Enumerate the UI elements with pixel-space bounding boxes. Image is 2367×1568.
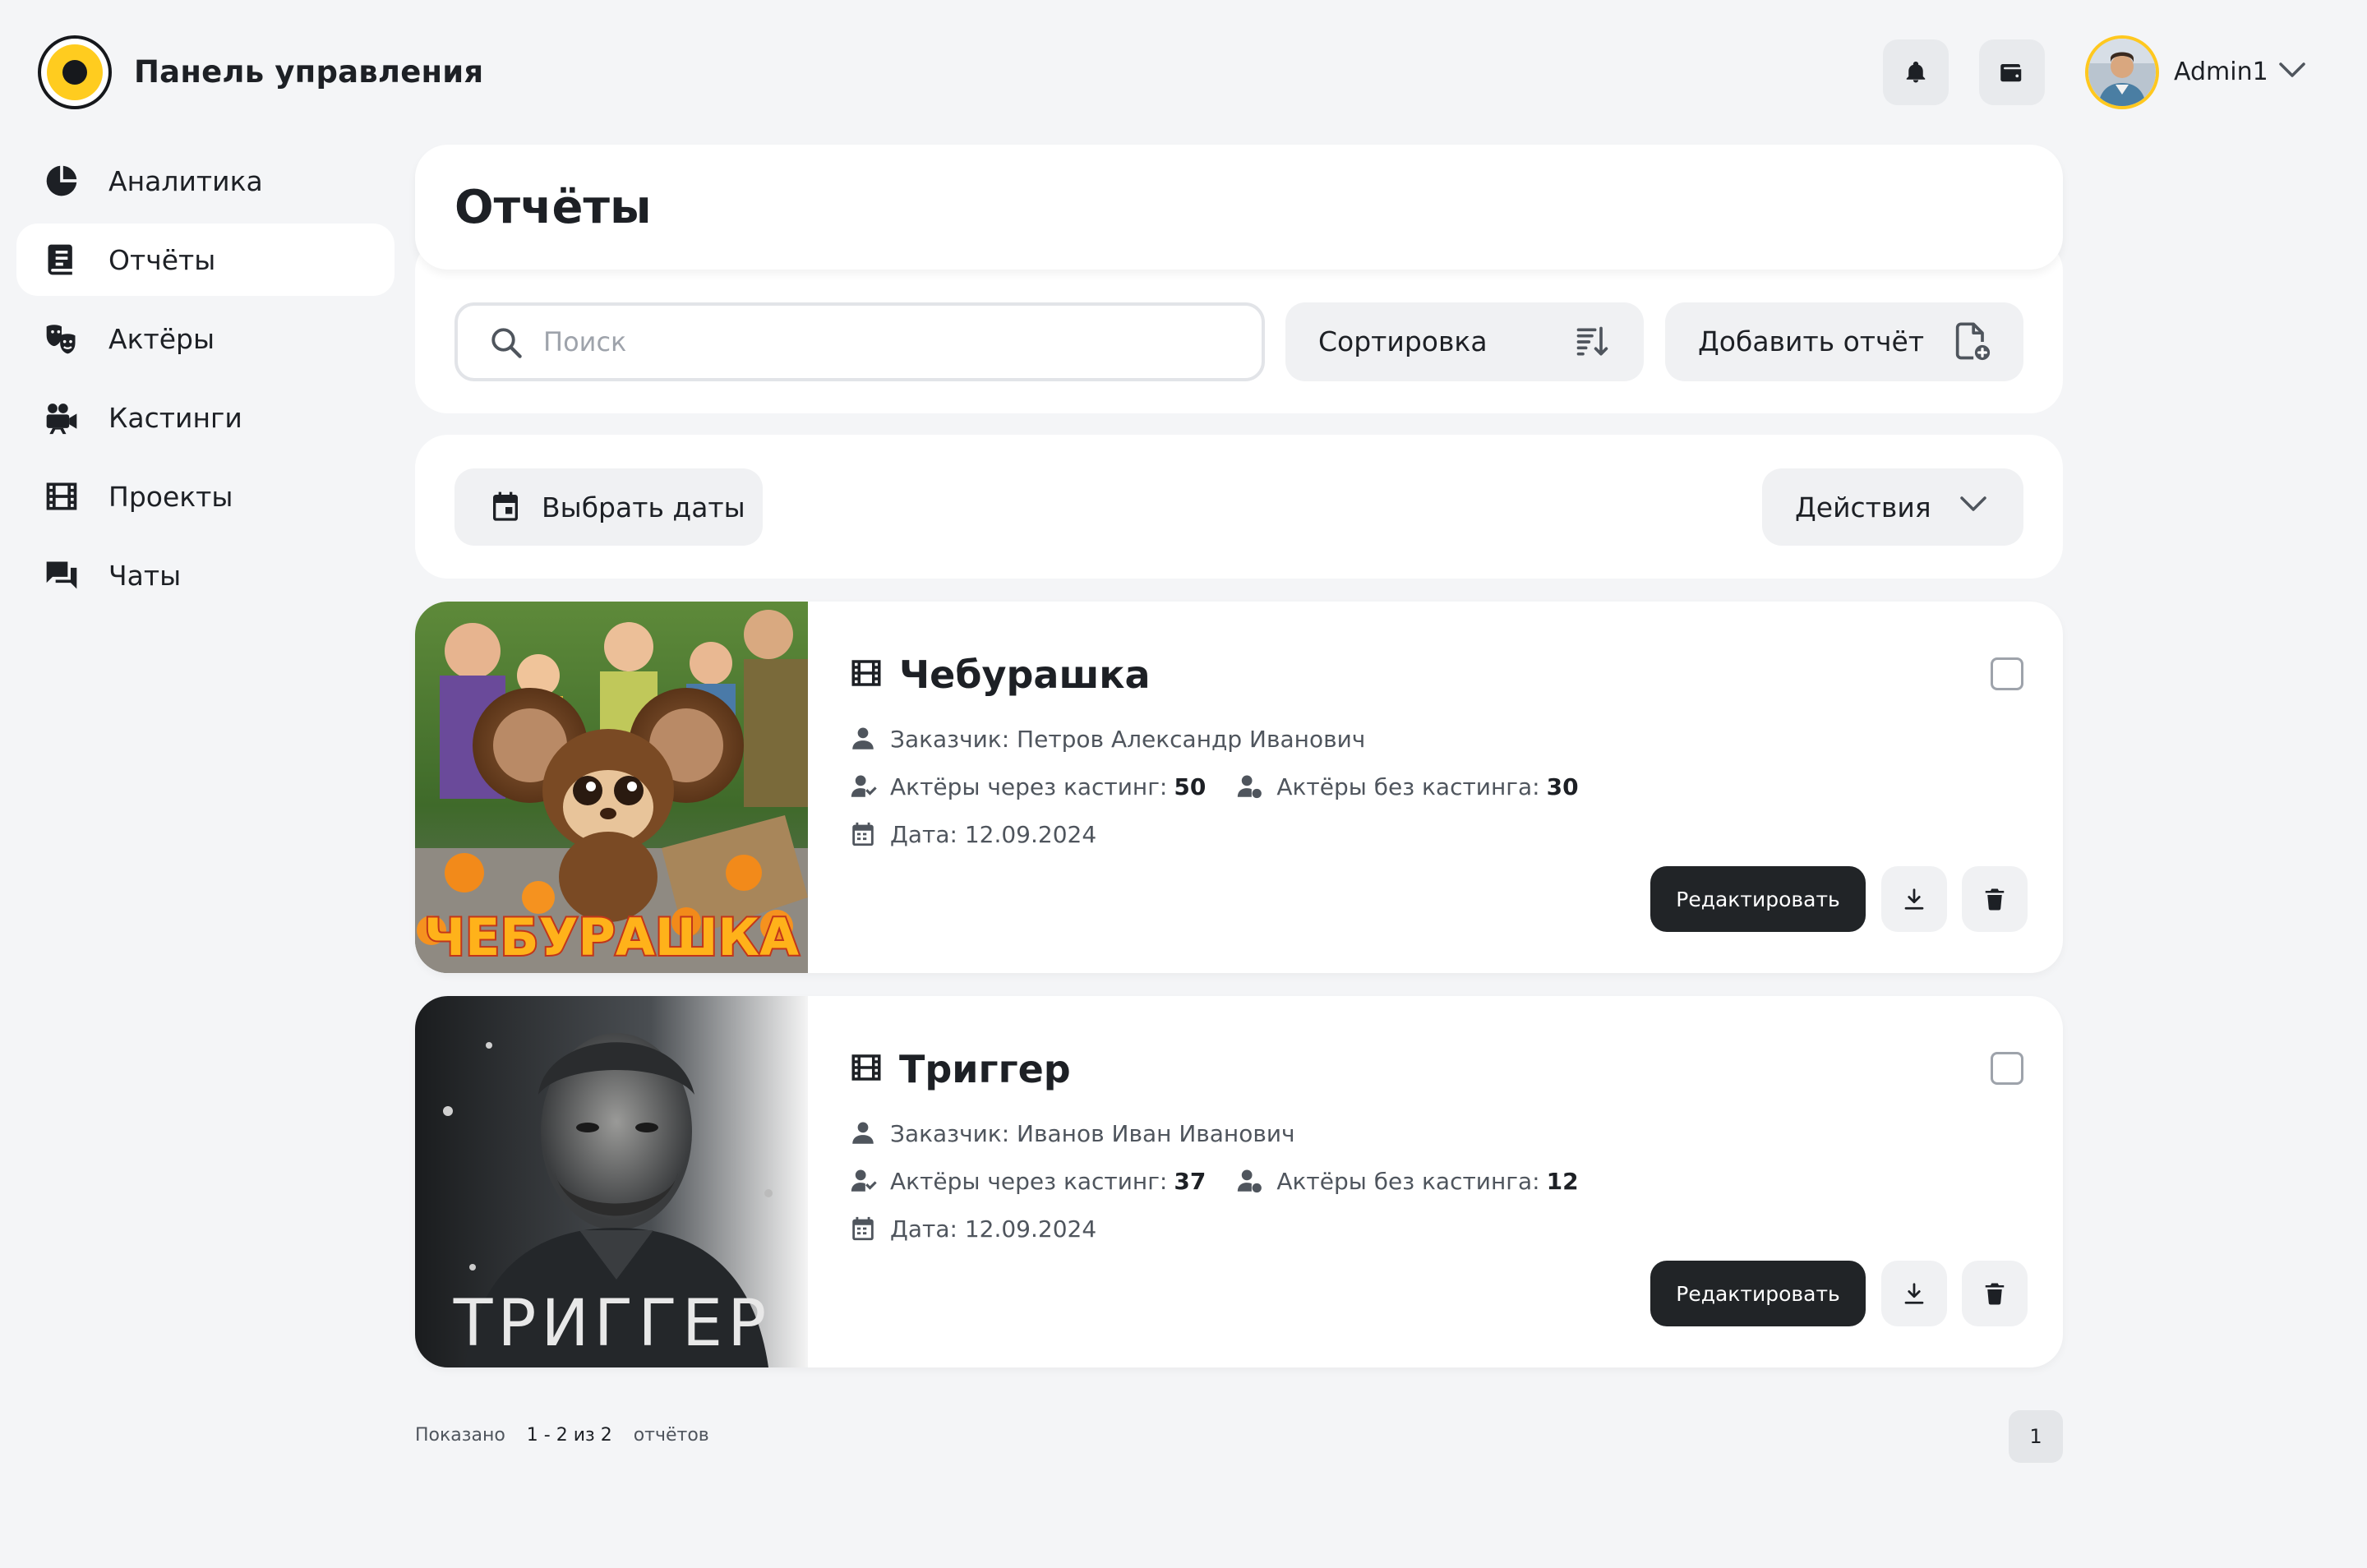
person-no-casting-icon bbox=[1235, 772, 1263, 800]
actors-no-casting-value: 12 bbox=[1546, 1167, 1579, 1195]
report-card: ТРИГГЕР Триггер Заказчик: Иванов Иван Ив… bbox=[415, 996, 2063, 1367]
actors-row: Актёры через кастинг: 50 Актёры без каст… bbox=[849, 772, 1579, 800]
sidebar-item-label: Аналитика bbox=[108, 164, 263, 197]
select-dates-button[interactable]: Выбрать даты bbox=[454, 468, 763, 546]
date-row: Дата: 12.09.2024 bbox=[849, 820, 1096, 848]
report-title[interactable]: Триггер bbox=[899, 1047, 1071, 1091]
report-checkbox[interactable] bbox=[1991, 1052, 2023, 1085]
download-icon bbox=[1904, 1283, 1924, 1304]
page-title-card: Отчёты bbox=[415, 145, 2063, 270]
chevron-down-icon[interactable] bbox=[2278, 61, 2306, 79]
edit-button[interactable]: Редактировать bbox=[1650, 866, 1866, 932]
actions-dropdown[interactable]: Действия bbox=[1762, 468, 2023, 546]
poster-title-text: ЧЕБУРАШКА bbox=[424, 907, 799, 967]
actors-no-casting-value: 30 bbox=[1546, 772, 1579, 800]
actors-casting-label: Актёры через кастинг: bbox=[890, 1167, 1168, 1195]
user-name[interactable]: Admin1 bbox=[2174, 58, 2268, 86]
customer-row: Заказчик: Иванов Иван Иванович bbox=[849, 1119, 1295, 1147]
sidebar-item-label: Кастинги bbox=[108, 401, 242, 434]
actors-casting-value: 50 bbox=[1174, 772, 1207, 800]
sidebar-item-label: Актёры bbox=[108, 322, 215, 355]
report-checkbox[interactable] bbox=[1991, 657, 2023, 690]
sidebar-item-actors[interactable]: Актёры bbox=[16, 302, 394, 375]
calendar-icon bbox=[849, 1215, 877, 1243]
sidebar-item-label: Отчёты bbox=[108, 243, 216, 276]
customer-text: Заказчик: Петров Александр Иванович bbox=[890, 725, 1366, 753]
customer-text: Заказчик: Иванов Иван Иванович bbox=[890, 1119, 1295, 1147]
trash-icon bbox=[1985, 888, 2005, 911]
download-icon bbox=[1904, 888, 1924, 910]
pagination-info: Показано 1 - 2 из 2 отчётов bbox=[415, 1425, 709, 1446]
page-number-button[interactable]: 1 bbox=[2009, 1410, 2063, 1463]
report-card: ЧЕБУРАШКА Чебурашка Заказчик: Петров Але… bbox=[415, 602, 2063, 973]
actors-no-casting-label: Актёры без кастинга: bbox=[1276, 772, 1540, 800]
actors-casting-label: Актёры через кастинг: bbox=[890, 772, 1168, 800]
person-icon bbox=[849, 1119, 877, 1147]
trash-icon bbox=[1985, 1283, 2005, 1305]
sidebar-item-castings[interactable]: Кастинги bbox=[16, 381, 394, 454]
add-report-label: Добавить отчёт bbox=[1698, 325, 1925, 357]
poster-title-text: ТРИГГЕР bbox=[453, 1287, 772, 1361]
notifications-button[interactable] bbox=[1883, 39, 1949, 105]
download-button[interactable] bbox=[1881, 1261, 1947, 1326]
theater-masks-icon bbox=[46, 325, 76, 354]
poster-image: ТРИГГЕР bbox=[415, 996, 808, 1367]
chevron-down-icon bbox=[1960, 496, 1986, 511]
film-strip-icon bbox=[851, 660, 881, 686]
poster-image: ЧЕБУРАШКА bbox=[415, 602, 808, 973]
search-box[interactable] bbox=[454, 302, 1265, 381]
edit-button[interactable]: Редактировать bbox=[1650, 1261, 1866, 1326]
movie-camera-icon bbox=[46, 404, 77, 435]
sidebar-item-label: Проекты bbox=[108, 480, 233, 513]
date-text: Дата: 12.09.2024 bbox=[890, 1215, 1097, 1243]
page-title: Отчёты bbox=[454, 181, 652, 234]
pagination-unit: отчётов bbox=[633, 1425, 709, 1446]
actors-casting-value: 37 bbox=[1174, 1167, 1207, 1195]
chat-bubbles-icon bbox=[46, 561, 77, 589]
sidebar-item-analytics[interactable]: Аналитика bbox=[16, 145, 394, 217]
app-title: Панель управления bbox=[134, 54, 484, 90]
wallet-icon bbox=[2000, 64, 2022, 82]
actions-label: Действия bbox=[1795, 491, 1931, 523]
download-button[interactable] bbox=[1881, 866, 1947, 932]
search-icon bbox=[491, 328, 522, 358]
report-title[interactable]: Чебурашка bbox=[899, 653, 1151, 697]
dashboard-page: Панель управления Admin1 Аналитика Отчёт… bbox=[0, 0, 2367, 1568]
calendar-icon bbox=[493, 491, 518, 521]
delete-button[interactable] bbox=[1962, 866, 2028, 932]
sidebar-item-label: Чаты bbox=[108, 559, 182, 592]
date-row: Дата: 12.09.2024 bbox=[849, 1215, 1096, 1243]
filter-card: Выбрать даты Действия bbox=[415, 435, 2063, 579]
film-strip-icon bbox=[851, 1054, 881, 1081]
sidebar-item-projects[interactable]: Проекты bbox=[16, 460, 394, 533]
person-no-casting-icon bbox=[1235, 1167, 1263, 1195]
search-input[interactable] bbox=[543, 321, 1217, 363]
sort-button[interactable]: Сортировка bbox=[1285, 302, 1644, 381]
wallet-button[interactable] bbox=[1979, 39, 2045, 105]
person-casting-icon bbox=[849, 1167, 877, 1195]
logo-icon[interactable] bbox=[38, 35, 112, 109]
add-file-icon bbox=[1955, 322, 1991, 361]
calendar-icon bbox=[849, 820, 877, 848]
avatar[interactable] bbox=[2085, 35, 2159, 109]
film-strip-icon bbox=[46, 482, 77, 510]
bell-icon bbox=[1906, 61, 1926, 83]
person-icon bbox=[849, 725, 877, 753]
select-dates-label: Выбрать даты bbox=[542, 491, 745, 523]
delete-button[interactable] bbox=[1962, 1261, 2028, 1326]
customer-row: Заказчик: Петров Александр Иванович bbox=[849, 725, 1365, 753]
add-report-button[interactable]: Добавить отчёт bbox=[1665, 302, 2023, 381]
report-list-icon bbox=[48, 244, 72, 275]
sidebar-item-reports[interactable]: Отчёты bbox=[16, 224, 394, 296]
date-text: Дата: 12.09.2024 bbox=[890, 820, 1097, 848]
sort-label: Сортировка bbox=[1318, 325, 1488, 357]
actors-row: Актёры через кастинг: 37 Актёры без каст… bbox=[849, 1167, 1579, 1195]
sort-icon bbox=[1576, 326, 1608, 356]
pagination-range: 1 - 2 из 2 bbox=[526, 1425, 612, 1446]
person-casting-icon bbox=[849, 772, 877, 800]
actors-no-casting-label: Актёры без кастинга: bbox=[1276, 1167, 1540, 1195]
pie-chart-icon bbox=[46, 165, 77, 196]
pagination-shown-label: Показано bbox=[415, 1425, 505, 1446]
sidebar-item-chats[interactable]: Чаты bbox=[16, 539, 394, 611]
